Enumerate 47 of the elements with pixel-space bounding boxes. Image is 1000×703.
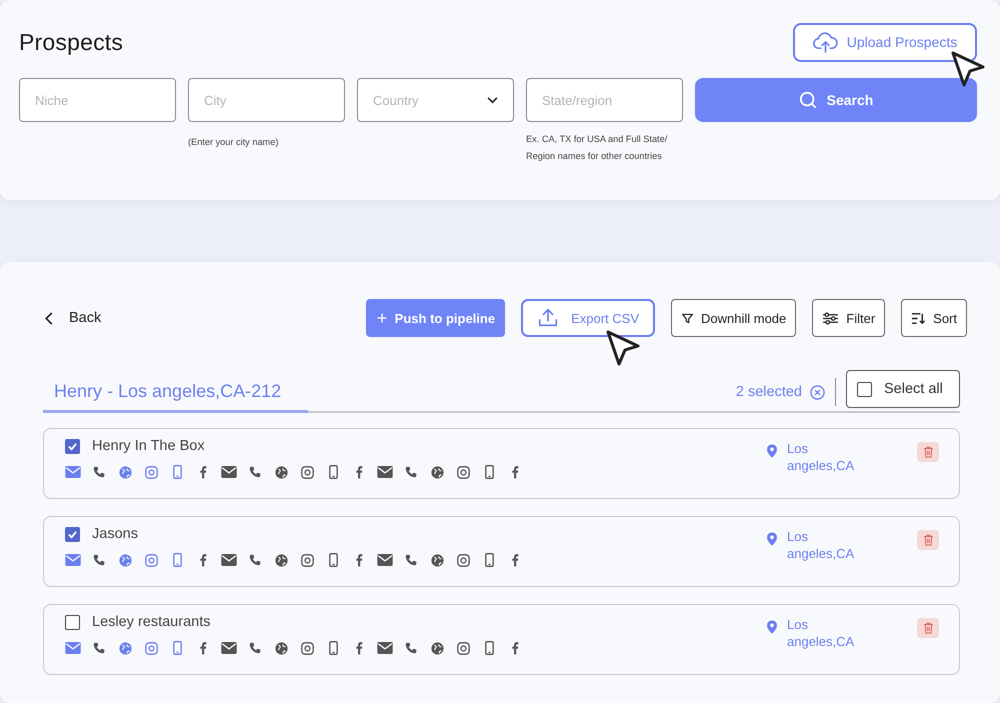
- map-pin-icon: [767, 620, 777, 634]
- upload-icon: [537, 307, 560, 329]
- prospect-name: Jasons: [92, 526, 138, 542]
- delete-button[interactable]: [917, 618, 939, 638]
- checkbox[interactable]: [65, 614, 80, 630]
- checkbox[interactable]: [65, 526, 80, 542]
- prospect-name: Henry In The Box: [92, 438, 205, 454]
- checkbox[interactable]: [857, 382, 872, 396]
- back-link[interactable]: Back: [43, 310, 102, 326]
- country-dropdown[interactable]: Country: [357, 78, 514, 122]
- trash-icon: [922, 622, 934, 634]
- delete-button[interactable]: [917, 530, 939, 550]
- page-title: Prospects: [19, 28, 124, 56]
- map-pin-icon: [767, 532, 777, 546]
- checkmark-icon: [67, 440, 78, 452]
- checkmark-icon: [67, 528, 78, 540]
- prospect-name: Lesley restaurants: [92, 614, 210, 630]
- text-field[interactable]: State/region: [526, 78, 683, 122]
- location-text: Los angeles,CA: [787, 528, 856, 562]
- search-button[interactable]: Search: [695, 78, 977, 122]
- trash-icon: [922, 534, 934, 546]
- select-all-button[interactable]: Select all: [846, 370, 960, 408]
- trash-icon: [922, 446, 934, 458]
- toolbar-button[interactable]: Downhill mode: [671, 299, 796, 337]
- toolbar-button[interactable]: Push to pipeline: [366, 299, 506, 337]
- chevron-left-icon: [45, 312, 53, 324]
- selected-count: 2 selected: [736, 384, 802, 400]
- toolbar-button[interactable]: Filter: [812, 299, 886, 337]
- location-text: Los angeles,CA: [787, 440, 856, 474]
- field-hint: Ex. CA, TX for USA and Full State/ Region names for other countries: [526, 133, 668, 163]
- location-text: Los angeles,CA: [787, 616, 856, 650]
- checkbox[interactable]: [65, 438, 80, 454]
- cloud-upload-icon: [812, 32, 838, 52]
- text-field[interactable]: Niche: [19, 78, 176, 122]
- toolbar-button[interactable]: Sort: [901, 299, 967, 337]
- funnel-icon: [681, 312, 694, 324]
- sort-icon: [911, 310, 926, 326]
- map-pin-icon: [767, 444, 777, 458]
- delete-button[interactable]: [917, 442, 939, 462]
- plus-icon: [376, 312, 388, 324]
- list-tab[interactable]: Henry - Los angeles,CA-212: [43, 373, 308, 413]
- text-field[interactable]: City: [188, 78, 345, 122]
- field-hint: (Enter your city name): [188, 136, 280, 149]
- sliders-icon: [822, 312, 840, 324]
- chevron-down-icon: [487, 96, 498, 104]
- search-icon: [798, 91, 817, 109]
- clear-icon[interactable]: [810, 384, 825, 400]
